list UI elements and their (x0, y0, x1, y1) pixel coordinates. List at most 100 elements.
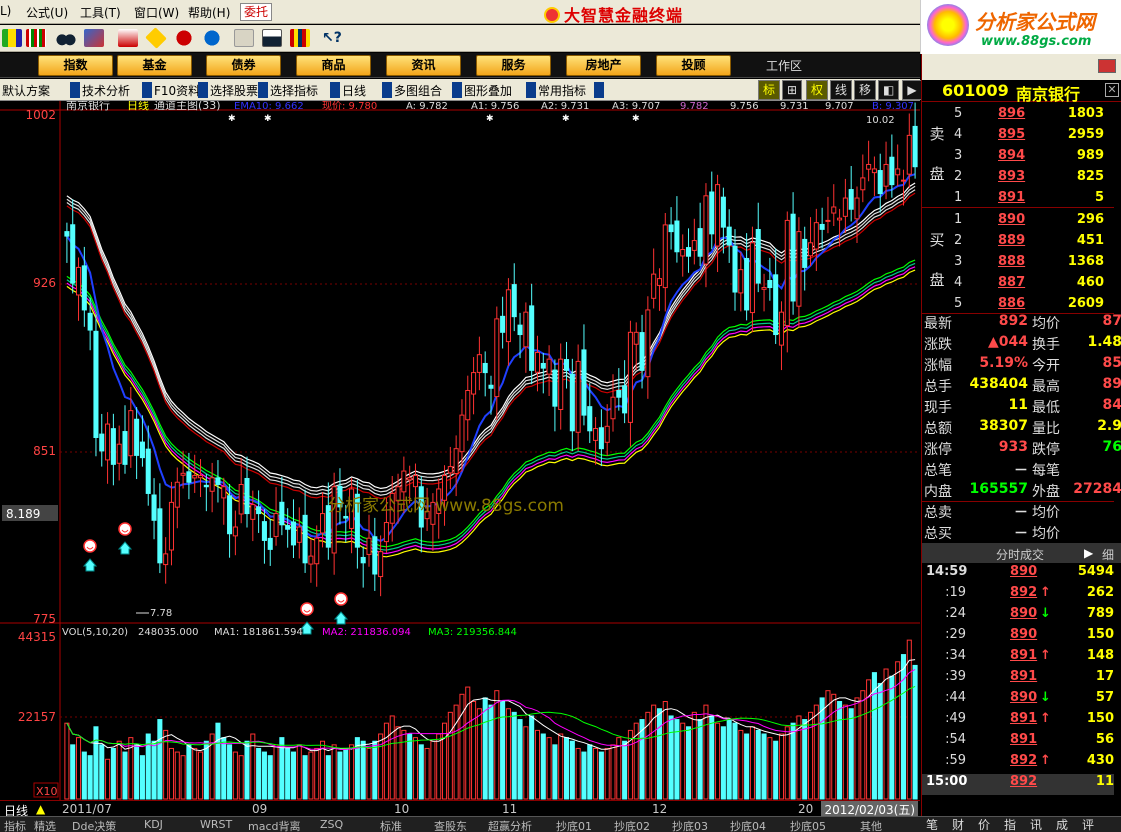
formula-tab-7[interactable]: 标准 (380, 818, 402, 832)
candle-body (174, 481, 180, 508)
toolbar-item-4[interactable]: 选择指标 (270, 82, 318, 99)
toolbar-dropdown-icon-4[interactable] (330, 82, 340, 98)
volume-bar (662, 701, 668, 800)
category-button-2[interactable]: 债券 (206, 55, 281, 76)
menu-item-1[interactable]: 公式(U) (26, 4, 68, 21)
formula-tab-14[interactable]: 抄底05 (790, 818, 826, 832)
menu-item-2[interactable]: 工具(T) (80, 4, 121, 21)
toolbar-item-3[interactable]: 选择股票 (210, 82, 258, 99)
close-icon[interactable]: ✕ (1105, 83, 1119, 97)
buy-order-row[interactable]: 2 889 451 (948, 233, 1114, 254)
menu-item-0[interactable]: L) (0, 4, 11, 18)
help-pointer-icon[interactable]: ↖? (322, 29, 342, 47)
diamond-icon[interactable] (145, 27, 167, 49)
volume-bar (151, 740, 157, 800)
formula-tab-1[interactable]: 精选 (34, 818, 56, 832)
date-label-6: 20 (798, 802, 814, 816)
panel-tab-0[interactable]: 笔 (926, 816, 938, 832)
window-icon[interactable] (262, 29, 282, 47)
chart-up-icon[interactable] (118, 29, 138, 47)
menu-item-3[interactable]: 窗口(W) (134, 4, 179, 21)
volume-bar (860, 690, 866, 800)
toolbar-dropdown-icon-0[interactable] (70, 82, 80, 98)
candle-body (471, 372, 477, 395)
books-icon[interactable] (290, 29, 310, 47)
chart-switch-3[interactable]: 线 (830, 80, 853, 100)
formula-tab-0[interactable]: 指标 (4, 818, 26, 832)
sell-order-row[interactable]: 2 893 825 (948, 169, 1114, 190)
candle-body (790, 213, 796, 302)
toolbar-dropdown-icon-6[interactable] (452, 82, 462, 98)
binoculars-icon[interactable] (56, 29, 76, 47)
category-button-1[interactable]: 基金 (117, 55, 192, 76)
formula-tab-3[interactable]: KDJ (144, 818, 163, 831)
candle-body (75, 266, 82, 296)
chart-canvas[interactable]: ✱ ✱ ✱ ✱ ✱ 南京银行 日线 通道主图(33) EMA10: 9.662 现价: … (0, 98, 920, 800)
toolbar-item-7[interactable]: 图形叠加 (464, 82, 512, 99)
panel-tab-2[interactable]: 价 (978, 816, 990, 832)
toolbar-dropdown-icon-1[interactable] (142, 82, 152, 98)
chart-switch-2[interactable]: 权 (806, 80, 829, 100)
chart-switch-1[interactable]: ⊞ (782, 80, 803, 100)
red-ring-icon[interactable] (174, 29, 194, 47)
sell-order-row[interactable]: 4 895 2959 (948, 127, 1114, 148)
kline-chart[interactable]: ✱ ✱ ✱ ✱ ✱ 南京银行 日线 通道主图(33) EMA10: 9.662 现价: … (0, 98, 920, 800)
panel-close-icon[interactable] (1098, 59, 1116, 73)
workspace-label[interactable]: 工作区 (766, 57, 802, 74)
toolbar-dropdown-icon-7[interactable] (526, 82, 536, 98)
formula-tab-6[interactable]: ZSQ (320, 818, 343, 831)
toolbar-dropdown-icon-5[interactable] (382, 82, 392, 98)
chart-switch-6[interactable]: ▶ (902, 80, 922, 100)
toolbar-item-5[interactable]: 日线 (342, 82, 366, 99)
category-button-6[interactable]: 房地产 (566, 55, 641, 76)
chart-switch-5[interactable]: ◧ (878, 80, 900, 100)
toolbar-item-1[interactable]: 技术分析 (82, 82, 130, 99)
toolbar-dropdown-icon-2[interactable] (198, 82, 208, 98)
formula-tab-5[interactable]: macd背离 (248, 818, 301, 832)
buy-order-row[interactable]: 3 888 1368 (948, 254, 1114, 275)
menu-item-4[interactable]: 帮助(H) (188, 4, 230, 21)
chart-switch-0[interactable]: 标 (758, 80, 781, 100)
category-button-3[interactable]: 商品 (296, 55, 371, 76)
toolbar-dropdown-icon-3[interactable] (258, 82, 268, 98)
category-button-4[interactable]: 资讯 (386, 55, 461, 76)
toolbar-dropdown-icon-8[interactable] (594, 82, 604, 98)
ticks-play-icon[interactable]: ▶ (1084, 546, 1093, 560)
buy-order-row[interactable]: 4 887 460 (948, 275, 1114, 296)
formula-tab-11[interactable]: 抄底02 (614, 818, 650, 832)
formula-tab-10[interactable]: 抄底01 (556, 818, 592, 832)
layout-icon[interactable] (2, 29, 22, 47)
toolbar-item-0[interactable]: 默认方案 (2, 82, 50, 99)
entrust-button[interactable]: 委托 (240, 3, 273, 21)
buy-order-row[interactable]: 1 890 296 (948, 212, 1114, 233)
category-button-5[interactable]: 服务 (476, 55, 551, 76)
formula-tab-4[interactable]: WRST (200, 818, 232, 831)
formula-tab-12[interactable]: 抄底03 (672, 818, 708, 832)
toolbar-item-8[interactable]: 常用指标 (538, 82, 586, 99)
panel-tab-1[interactable]: 财 (952, 816, 964, 832)
panel-tab-6[interactable]: 评 (1082, 816, 1094, 832)
formula-tab-9[interactable]: 超赢分析 (488, 818, 532, 832)
formula-tab-8[interactable]: 查股东 (434, 818, 467, 832)
volume-bar (598, 751, 604, 800)
formula-tab-13[interactable]: 抄底04 (730, 818, 766, 832)
toolbar-item-2[interactable]: F10资料 (154, 82, 200, 99)
panel-tab-4[interactable]: 讯 (1030, 816, 1042, 832)
panel-tab-3[interactable]: 指 (1004, 816, 1016, 832)
chart-switch-4[interactable]: 移 (854, 80, 877, 100)
category-button-0[interactable]: 指数 (38, 55, 113, 76)
ticks-tab[interactable]: 细 (1102, 546, 1114, 563)
formula-tab-15[interactable]: 其他 (860, 818, 882, 832)
toolbar-item-6[interactable]: 多图组合 (394, 82, 442, 99)
period-arrow-icon[interactable]: ▲ (36, 802, 45, 816)
bars-icon[interactable] (26, 29, 46, 47)
category-button-7[interactable]: 投顾 (656, 55, 731, 76)
alert-icon[interactable] (84, 29, 104, 47)
sell-order-row[interactable]: 5 896 1803 (948, 106, 1114, 127)
blue-ring-icon[interactable] (202, 29, 222, 47)
candle-body (662, 224, 668, 289)
formula-tab-2[interactable]: Dde决策 (72, 818, 116, 832)
sell-order-row[interactable]: 3 894 989 (948, 148, 1114, 169)
panel-tab-5[interactable]: 成 (1056, 816, 1068, 832)
print-icon[interactable] (234, 29, 254, 47)
